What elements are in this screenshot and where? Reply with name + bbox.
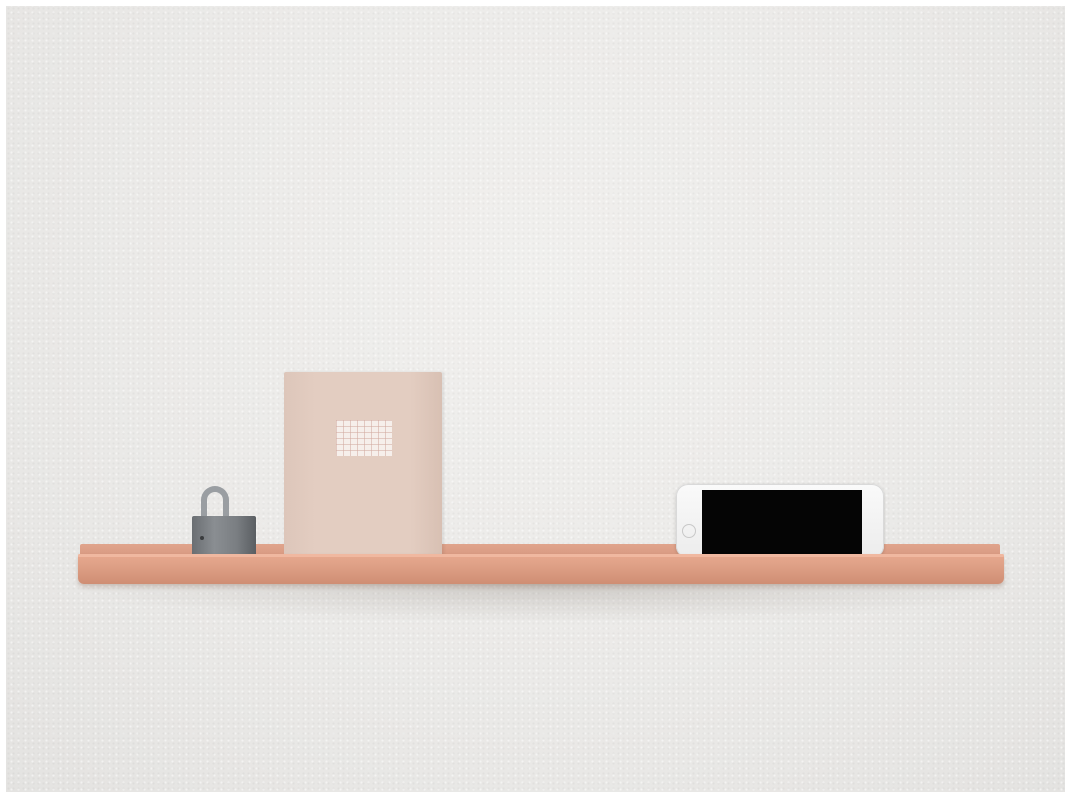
wall-texture <box>6 6 1065 792</box>
phone-home-button <box>682 524 696 538</box>
padlock-body <box>192 516 256 556</box>
phone-screen <box>702 490 862 558</box>
shelf-lip <box>78 554 1004 557</box>
smartphone <box>676 484 884 558</box>
padlock <box>192 486 256 556</box>
shelf-front <box>78 554 1004 584</box>
notebook <box>284 372 442 558</box>
notebook-grid-label <box>336 420 392 456</box>
photo-frame <box>0 0 1071 798</box>
wall-background <box>6 6 1065 792</box>
padlock-keyhole <box>200 536 204 540</box>
